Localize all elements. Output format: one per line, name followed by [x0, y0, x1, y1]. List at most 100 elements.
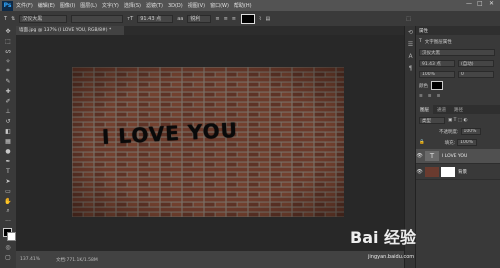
panel-color-label: 颜色: [419, 83, 428, 89]
tab-layers[interactable]: 图层: [416, 105, 433, 114]
close-button[interactable]: ✕: [489, 0, 494, 7]
app-logo: Ps: [2, 0, 13, 11]
antialias-select[interactable]: 锐利: [187, 14, 212, 23]
clone-stamp-icon[interactable]: ⊥: [0, 106, 16, 116]
menu-select[interactable]: 选择(S): [124, 2, 141, 9]
menu-window[interactable]: 窗口(W): [210, 2, 229, 9]
magic-wand-icon[interactable]: ✧: [0, 56, 16, 66]
screen-mode-icon[interactable]: ▢: [0, 252, 16, 262]
panel-scale-field[interactable]: 100%: [419, 71, 455, 78]
pen-tool-icon[interactable]: ✒: [0, 156, 16, 166]
layer-filter-kind[interactable]: 类型: [419, 117, 445, 124]
properties-subheader: 文字图层属性: [424, 39, 452, 45]
layer-name[interactable]: I LOVE YOU: [442, 154, 467, 159]
path-select-icon[interactable]: ➤: [0, 176, 16, 186]
layer-row-background[interactable]: 👁 背景: [416, 165, 500, 180]
align-center-icon[interactable]: ≡: [224, 16, 228, 22]
eye-icon[interactable]: 👁: [416, 153, 423, 159]
menu-type[interactable]: 文字(Y): [102, 2, 119, 9]
eyedropper-icon[interactable]: ✎: [0, 76, 16, 86]
align-left-icon[interactable]: ≡: [215, 16, 219, 22]
eye-icon[interactable]: 👁: [416, 169, 423, 175]
warp-text-icon[interactable]: ⌇: [259, 16, 261, 22]
menu-help[interactable]: 帮助(H): [234, 2, 252, 9]
type-tool-preset-icon[interactable]: T: [4, 16, 7, 22]
fill-label: 填充:: [444, 140, 456, 146]
menu-file[interactable]: 文件(F): [16, 2, 33, 9]
history-brush-icon[interactable]: ↺: [0, 116, 16, 126]
background-color[interactable]: [7, 232, 16, 241]
eraser-icon[interactable]: ◧: [0, 126, 16, 136]
opacity-field[interactable]: 100%: [460, 128, 481, 135]
lasso-tool-icon[interactable]: ᔕ: [0, 46, 16, 56]
document-tab[interactable]: 墙面.jpg @ 137% (I LOVE YOU, RGB/8#) *: [16, 26, 124, 35]
document-tabs: 墙面.jpg @ 137% (I LOVE YOU, RGB/8#) *: [16, 26, 404, 35]
text-orientation-icon[interactable]: ⇅: [11, 16, 15, 22]
zoom-level[interactable]: 137.41%: [16, 257, 50, 262]
layers-tabbar: 图层 通道 路径: [416, 105, 500, 114]
hand-tool-icon[interactable]: ✋: [0, 196, 16, 206]
quick-mask-icon[interactable]: ◎: [0, 242, 16, 252]
tab-paths[interactable]: 路径: [450, 105, 467, 114]
watermark: Bai 经验: [350, 228, 417, 247]
text-color-swatch[interactable]: [240, 13, 255, 24]
tab-channels[interactable]: 通道: [433, 105, 450, 114]
crop-tool-icon[interactable]: ⌗: [0, 66, 16, 76]
layer-name[interactable]: 背景: [458, 169, 467, 175]
character-panel-icon[interactable]: ▤: [265, 16, 270, 22]
minimize-button[interactable]: —: [466, 0, 472, 7]
status-bar: 137.41% 文档:771.1K/1.58M: [16, 251, 404, 268]
shape-tool-icon[interactable]: ▭: [0, 186, 16, 196]
align-right-icon[interactable]: ≡: [232, 16, 236, 22]
properties-panel-title[interactable]: 属性: [416, 26, 500, 35]
menu-edit[interactable]: 编辑(E): [38, 2, 55, 9]
filter-icons[interactable]: ▣ T ⬚ ◐: [448, 118, 467, 123]
document-canvas[interactable]: I LOVE YOU: [72, 67, 344, 217]
dodge-tool-icon[interactable]: ●: [0, 146, 16, 156]
type-tool-icon[interactable]: T: [0, 166, 16, 176]
font-style-select[interactable]: [71, 14, 124, 23]
panel-tracking-field[interactable]: 0: [458, 71, 494, 78]
menu-3d[interactable]: 3D(D): [168, 3, 183, 9]
font-size-icon: ᴛT: [127, 15, 134, 22]
watermark-url: jingyan.baidu.com: [368, 254, 415, 260]
document-info[interactable]: 文档:771.1K/1.58M: [50, 257, 98, 263]
move-tool-icon[interactable]: ✥: [0, 26, 16, 36]
layer-mask-thumbnail[interactable]: [441, 167, 455, 177]
fill-field[interactable]: 100%: [457, 139, 478, 146]
panel-leading-field[interactable]: (自动): [458, 60, 494, 67]
panel-align-left-icon[interactable]: ≡: [419, 94, 423, 99]
brush-tool-icon[interactable]: ✐: [0, 96, 16, 106]
options-bar: T ⇅ 汉仪大黑 ᴛT 91.43 点 aa 锐利 ≡ ≡ ≡ ⌇ ▤ ⬚: [0, 11, 500, 27]
panel-font-select[interactable]: 汉仪大黑: [419, 49, 495, 56]
tools-panel: ✥ ⬚ ᔕ ✧ ⌗ ✎ ✚ ✐ ⊥ ↺ ◧ ▦ ● ✒ T ➤ ▭ ✋ ⌕ ··…: [0, 26, 17, 268]
menu-filter[interactable]: 滤镜(T): [146, 2, 163, 9]
panel-align-center-icon[interactable]: ≡: [428, 94, 432, 99]
maximize-button[interactable]: □: [477, 0, 483, 7]
zoom-tool-icon[interactable]: ⌕: [0, 206, 16, 216]
canvas-area[interactable]: I LOVE YOU: [16, 35, 404, 251]
lock-icon[interactable]: 🔒: [419, 140, 425, 145]
menu-bar: Ps 文件(F) 编辑(E) 图像(I) 图层(L) 文字(Y) 选择(S) 滤…: [0, 0, 500, 11]
background-layer-thumbnail: [425, 167, 439, 177]
font-size-select[interactable]: 91.43 点: [137, 14, 174, 23]
menu-layer[interactable]: 图层(L): [80, 2, 97, 9]
layer-row-text[interactable]: 👁 T I LOVE YOU: [416, 149, 500, 164]
opacity-label: 不透明度:: [439, 129, 459, 135]
menu-image[interactable]: 图像(I): [60, 2, 75, 9]
color-swatches: [0, 226, 16, 242]
healing-brush-icon[interactable]: ✚: [0, 86, 16, 96]
panel-align-right-icon[interactable]: ≡: [437, 94, 441, 99]
properties-panel: 属性 T 文字图层属性 汉仪大黑 91.43 点 (自动) 100% 0 颜色 ≡…: [415, 26, 500, 268]
gradient-tool-icon[interactable]: ▦: [0, 136, 16, 146]
text-layer-thumbnail: T: [425, 151, 439, 161]
marquee-tool-icon[interactable]: ⬚: [0, 36, 16, 46]
3d-icon[interactable]: ⬚: [406, 16, 411, 22]
more-tools-icon[interactable]: ···: [0, 216, 16, 226]
menu-view[interactable]: 视图(V): [188, 2, 205, 9]
antialias-icon: aa: [177, 15, 184, 22]
panel-color-swatch[interactable]: [431, 81, 443, 90]
font-family-select[interactable]: 汉仪大黑: [19, 14, 68, 23]
panel-size-field[interactable]: 91.43 点: [419, 60, 455, 67]
type-layer-icon: T: [419, 39, 422, 44]
